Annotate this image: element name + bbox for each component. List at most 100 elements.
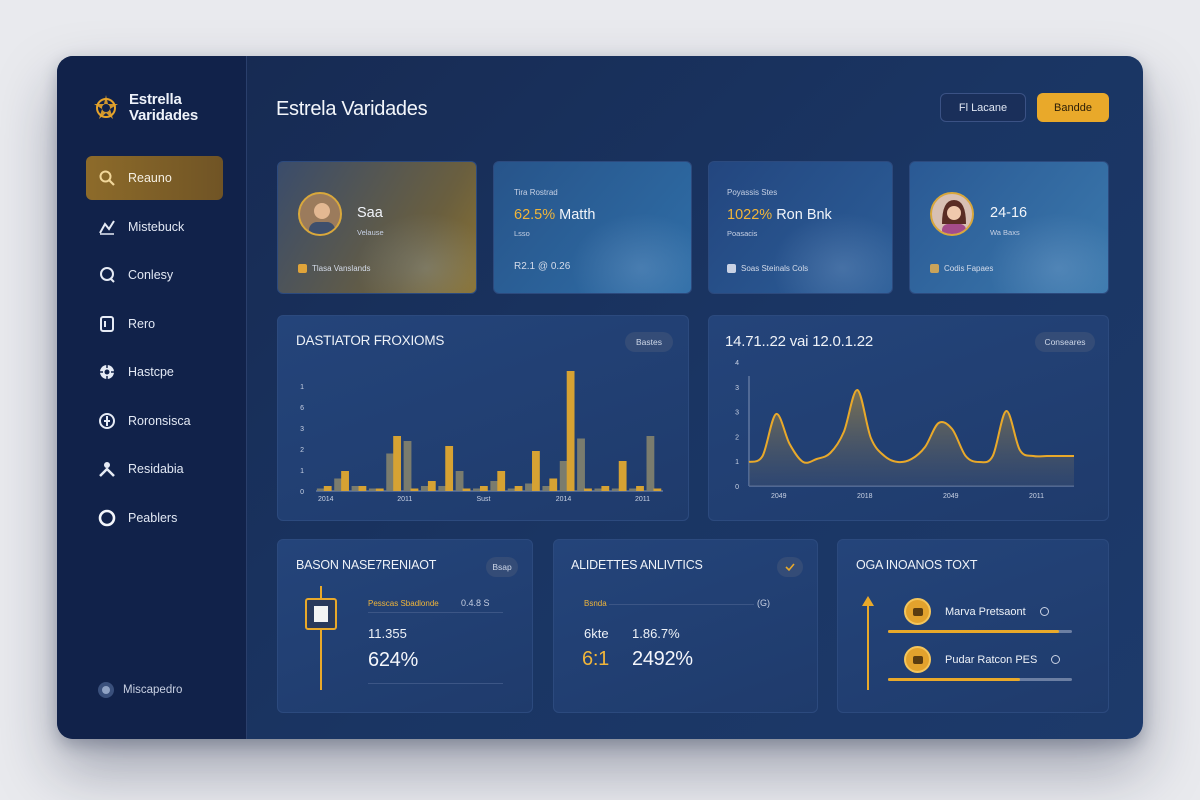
bar[interactable] xyxy=(584,488,592,492)
bar[interactable] xyxy=(334,478,343,492)
stat-footer-label: Tlasa Vanslands xyxy=(312,264,371,273)
x-tick-label: 2049 xyxy=(771,493,787,500)
timeline-line xyxy=(867,600,869,690)
bar[interactable] xyxy=(653,488,662,492)
bar[interactable] xyxy=(455,471,464,491)
bar[interactable] xyxy=(507,488,516,492)
bar[interactable] xyxy=(473,488,481,492)
bar[interactable] xyxy=(462,488,471,492)
y-tick-label: 1 xyxy=(735,459,739,466)
bar[interactable] xyxy=(525,483,533,492)
bar[interactable] xyxy=(445,446,454,491)
bar[interactable] xyxy=(375,488,384,492)
y-tick-label: 4 xyxy=(735,360,739,367)
gear-icon xyxy=(98,363,116,381)
sidebar-item-reauno[interactable]: Reauno xyxy=(86,156,223,200)
bar[interactable] xyxy=(420,486,429,491)
x-tick-label: 2049 xyxy=(943,493,959,500)
logo[interactable]: Estrella Varidades xyxy=(91,92,198,124)
panel-filter-button[interactable]: Bsap xyxy=(486,557,518,577)
stat-footer: Soas Steinals Cols xyxy=(727,264,808,273)
sidebar-item-label: Reauno xyxy=(128,171,172,185)
card-glow xyxy=(356,213,476,293)
row-value: (G) xyxy=(757,598,770,608)
sidebar-item-mistebuck[interactable]: Mistebuck xyxy=(86,205,223,249)
y-tick-label: 1 xyxy=(300,384,304,391)
bar[interactable] xyxy=(559,461,568,491)
bar[interactable] xyxy=(427,481,436,491)
primary-button[interactable]: Bandde xyxy=(1037,93,1109,122)
sidebar-item-label: Conlesy xyxy=(128,268,174,282)
bar[interactable] xyxy=(542,486,551,491)
sidebar-item-rero[interactable]: Rero xyxy=(86,302,223,346)
stat-card-matth[interactable]: Tira Rostrad 62.5% Matth Lsso R2.1 @ 0.2… xyxy=(493,161,692,294)
bar[interactable] xyxy=(514,486,523,491)
series-line[interactable] xyxy=(748,388,1074,464)
metric-value: 11.355 xyxy=(368,626,407,641)
bar[interactable] xyxy=(549,478,558,492)
bar[interactable] xyxy=(497,471,506,491)
bar[interactable] xyxy=(351,486,360,491)
metric-label-big-text: 6:1 xyxy=(582,648,609,670)
x-tick-label: 2014 xyxy=(556,496,572,503)
sidebar-item-label: Hastcpe xyxy=(128,365,174,379)
sidebar-item-conlesy[interactable]: Conlesy xyxy=(86,253,223,297)
bar[interactable] xyxy=(438,486,447,491)
stat-value: Saa xyxy=(357,205,383,221)
sidebar-footer-label: Miscapedro xyxy=(123,684,183,696)
sidebar-item-residabia[interactable]: Residabia xyxy=(86,447,223,491)
panel-oga: OGA INOANOS TOXT Marva Pretsaont Pudar R… xyxy=(837,539,1109,713)
sidebar-item-roronsisca[interactable]: Roronsisca xyxy=(86,399,223,443)
bar[interactable] xyxy=(611,488,620,492)
row-value: 0.4.8 S xyxy=(461,598,490,608)
bar[interactable] xyxy=(566,371,575,491)
stat-footer: Codis Fapaes xyxy=(930,264,993,273)
stat-card-profile[interactable]: Saa Velause Tlasa Vanslands xyxy=(277,161,477,294)
list-item[interactable]: Pudar Ratcon PES xyxy=(904,646,1061,673)
bar[interactable] xyxy=(316,488,325,492)
sidebar-item-label: Peablers xyxy=(128,510,178,525)
bar[interactable] xyxy=(393,436,402,491)
stat-caption: Poasacis xyxy=(727,229,758,238)
bar[interactable] xyxy=(386,453,395,492)
stat-footer: Tlasa Vanslands xyxy=(298,264,371,273)
bar[interactable] xyxy=(618,461,627,491)
list-item[interactable]: Marva Pretsaont xyxy=(904,598,1049,625)
stat-card-date[interactable]: 24-16 Wa Baxs Codis Fapaes xyxy=(909,161,1109,294)
add-icon[interactable] xyxy=(1039,607,1049,616)
bar[interactable] xyxy=(403,441,412,491)
bar[interactable] xyxy=(368,488,377,492)
bar[interactable] xyxy=(601,486,610,491)
bar[interactable] xyxy=(323,486,332,491)
avatar xyxy=(930,192,974,236)
sidebar-item-peablers[interactable]: Peablers xyxy=(86,496,223,540)
progress-bar xyxy=(888,678,1072,681)
bar[interactable] xyxy=(646,436,655,491)
coin-icon xyxy=(904,598,931,625)
add-icon[interactable] xyxy=(1051,655,1061,664)
bar[interactable] xyxy=(636,486,644,491)
sidebar-item-hastcpe[interactable]: Hastcpe xyxy=(86,350,223,394)
sidebar-footer[interactable]: Miscapedro xyxy=(97,681,182,699)
area-fill xyxy=(749,389,1074,486)
bar[interactable] xyxy=(479,486,488,491)
panel-analytics: ALIDETTES ANLIVTICS Bsnda (G) 6kte 1.86.… xyxy=(553,539,818,713)
circle-icon xyxy=(98,509,116,527)
search-icon xyxy=(98,169,116,187)
bar[interactable] xyxy=(490,481,499,491)
bar[interactable] xyxy=(629,488,637,492)
bar[interactable] xyxy=(410,488,419,492)
bar[interactable] xyxy=(577,438,585,492)
secondary-button[interactable]: Fl Lacane xyxy=(940,93,1026,122)
divider xyxy=(609,604,754,605)
panel-bason: BASON NASE7RENIAOT Bsap Pesscas Sbadlond… xyxy=(277,539,533,713)
stat-label: Poyassis Stes xyxy=(727,188,778,197)
bar[interactable] xyxy=(532,451,540,491)
bar[interactable] xyxy=(594,488,603,492)
stat-card-ron-bnk[interactable]: Poyassis Stes 1022% Ron Bnk Poasacis Soa… xyxy=(708,161,893,294)
check-button[interactable] xyxy=(777,557,803,577)
panel-title: OGA INOANOS TOXT xyxy=(856,558,978,572)
bar[interactable] xyxy=(358,486,367,491)
tag-icon xyxy=(727,264,736,273)
bar[interactable] xyxy=(341,471,349,491)
